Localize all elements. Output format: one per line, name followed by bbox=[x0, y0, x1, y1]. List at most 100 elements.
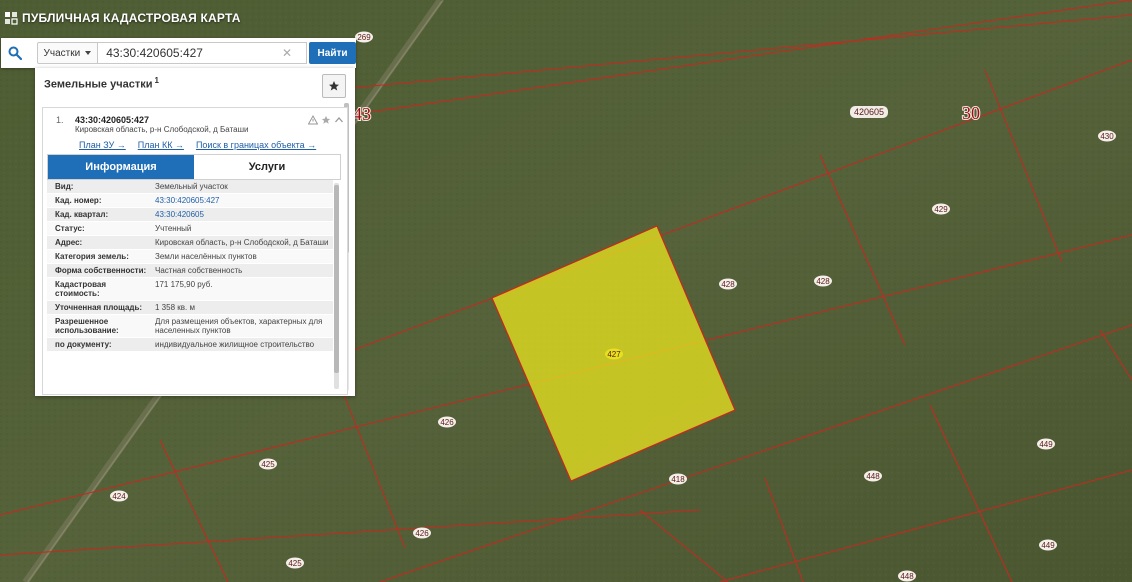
result-links: План ЗУ → План КК → Поиск в границах объ… bbox=[79, 140, 316, 150]
info-row: Кадастровая стоимость: 171 175,90 руб. bbox=[47, 278, 333, 301]
info-row: Статус: Учтенный bbox=[47, 222, 333, 236]
map-label-text: 424 bbox=[112, 492, 126, 501]
map-label-parcel[interactable]: 429 bbox=[932, 203, 950, 215]
info-key: Кад. номер: bbox=[55, 196, 102, 205]
map-label-text: 425 bbox=[288, 559, 302, 568]
map-label-parcel[interactable]: 449 bbox=[1039, 539, 1057, 551]
map-label-text: 426 bbox=[415, 529, 429, 538]
chevron-down-icon bbox=[85, 51, 92, 55]
info-key: Форма собственности: bbox=[55, 266, 147, 275]
result-index: 1. bbox=[56, 115, 64, 125]
info-row: по документу: индивидуальное жилищное стр… bbox=[47, 338, 333, 352]
map-label-text: 418 bbox=[671, 475, 685, 484]
link-plan-zu[interactable]: План ЗУ → bbox=[79, 140, 126, 150]
info-value: Кировская область, р-н Слободской, д Бат… bbox=[155, 238, 329, 247]
map-label-big-30: 30 bbox=[962, 103, 980, 123]
map-label-big-43: 43 bbox=[353, 104, 371, 124]
map-label-parcel[interactable]: 428 bbox=[814, 275, 832, 287]
info-key: Вид: bbox=[55, 182, 74, 191]
info-value: Земли населённых пунктов bbox=[155, 252, 257, 261]
info-key: Уточненная площадь: bbox=[55, 303, 143, 312]
info-key: Разрешенное использование: bbox=[55, 317, 119, 335]
map-label-text: 449 bbox=[1039, 440, 1053, 449]
map-label-text: 448 bbox=[900, 572, 914, 581]
map-label-text: 448 bbox=[866, 472, 880, 481]
search-type-label: Участки bbox=[43, 47, 81, 59]
info-row: Кад. номер: 43:30:420605:427 bbox=[47, 194, 333, 208]
map-label-text: 428 bbox=[721, 280, 735, 289]
info-scrollbar[interactable] bbox=[334, 183, 339, 389]
map-label-text: 425 bbox=[261, 460, 275, 469]
svg-text:420605: 420605 bbox=[854, 107, 884, 117]
info-key: Кадастровая стоимость: bbox=[55, 280, 107, 298]
map-label-parcel[interactable]: 424 bbox=[110, 490, 128, 502]
map-label-parcel[interactable]: 427 bbox=[605, 348, 623, 360]
panel-title: Земельные участки 1 bbox=[44, 76, 159, 91]
map-label-text: 430 bbox=[1100, 132, 1114, 141]
map-label-text: 449 bbox=[1041, 541, 1055, 550]
map-label-quarter: 420605 bbox=[850, 106, 888, 118]
info-value: индивидуальное жилищное строительство bbox=[155, 340, 315, 349]
map-label-parcel[interactable]: 269 bbox=[355, 31, 373, 43]
info-key: Кад. квартал: bbox=[55, 210, 109, 219]
map-label-text: 428 bbox=[816, 277, 830, 286]
info-row: Категория земель: Земли населённых пункто… bbox=[47, 250, 333, 264]
map-label-parcel[interactable]: 428 bbox=[719, 278, 737, 290]
info-key: Категория земель: bbox=[55, 252, 129, 261]
info-value[interactable]: 43:30:420605 bbox=[151, 208, 333, 221]
map-label-text: 429 bbox=[934, 205, 948, 214]
app-header: ПУБЛИЧНАЯ КАДАСТРОВАЯ КАРТА bbox=[0, 0, 241, 36]
info-value[interactable]: 43:30:420605:427 bbox=[151, 194, 333, 207]
map-label-parcel[interactable]: 425 bbox=[259, 458, 277, 470]
info-key: по документу: bbox=[55, 340, 112, 349]
search-icon[interactable] bbox=[1, 38, 29, 68]
map-label-parcel[interactable]: 426 bbox=[413, 527, 431, 539]
info-row: Кад. квартал: 43:30:420605 bbox=[47, 208, 333, 222]
map-label-text: 426 bbox=[440, 418, 454, 427]
result-actions bbox=[307, 114, 344, 125]
info-row: Форма собственности: Частная собственност… bbox=[47, 264, 333, 278]
result-cad-number[interactable]: 43:30:420605:427 bbox=[75, 115, 149, 125]
favorites-button[interactable] bbox=[322, 74, 346, 98]
clear-icon[interactable]: ✕ bbox=[282, 46, 292, 60]
result-tabs: Информация Услуги bbox=[47, 154, 341, 180]
chevron-up-icon[interactable] bbox=[333, 114, 344, 125]
info-value: Учтенный bbox=[155, 224, 192, 233]
search-bar: Участки ✕ Найти bbox=[1, 38, 356, 68]
info-row: Адрес: Кировская область, р-н Слободской,… bbox=[47, 236, 333, 250]
map-label-parcel[interactable]: 449 bbox=[1037, 438, 1055, 450]
search-input[interactable] bbox=[98, 42, 308, 64]
info-table: Вид: Земельный участок Кад. номер: 43:30:42… bbox=[47, 180, 333, 352]
info-value: Земельный участок bbox=[155, 182, 228, 191]
search-button[interactable]: Найти bbox=[309, 42, 356, 64]
info-key: Статус: bbox=[55, 224, 85, 233]
info-row: Вид: Земельный участок bbox=[47, 180, 333, 194]
star-icon[interactable] bbox=[320, 114, 331, 125]
search-type-dropdown[interactable]: Участки bbox=[36, 42, 99, 64]
results-panel: Земельные участки 1 1. 43:30:420605:427 К… bbox=[35, 68, 355, 396]
logo-icon bbox=[5, 12, 18, 25]
result-address: Кировская область, р-н Слободской, д Бат… bbox=[75, 125, 249, 134]
info-value: Частная собственность bbox=[155, 266, 243, 275]
link-search-in-bounds[interactable]: Поиск в границах объекта → bbox=[196, 140, 316, 150]
map-label-parcel[interactable]: 430 bbox=[1098, 130, 1116, 142]
tab-services[interactable]: Услуги bbox=[194, 155, 340, 179]
info-row: Уточненная площадь: 1 358 кв. м bbox=[47, 301, 333, 315]
map-label-parcel[interactable]: 448 bbox=[898, 570, 916, 582]
link-plan-kk[interactable]: План КК → bbox=[138, 140, 184, 150]
tab-information[interactable]: Информация bbox=[48, 155, 194, 179]
star-icon bbox=[329, 81, 339, 91]
result-card: 1. 43:30:420605:427 Кировская область, р… bbox=[42, 107, 348, 395]
map-label-parcel[interactable]: 425 bbox=[286, 557, 304, 569]
info-row: Разрешенное использование: Для размещения… bbox=[47, 315, 333, 338]
map-label-parcel[interactable]: 418 bbox=[669, 473, 687, 485]
info-key: Адрес: bbox=[55, 238, 83, 247]
map-label-parcel[interactable]: 448 bbox=[864, 470, 882, 482]
info-value: 1 358 кв. м bbox=[155, 303, 195, 312]
info-value: Для размещения объектов, характерных для… bbox=[155, 317, 323, 335]
results-count: 1 bbox=[154, 76, 159, 85]
map-label-text: 269 bbox=[357, 33, 371, 42]
map-label-parcel[interactable]: 426 bbox=[438, 416, 456, 428]
warning-icon[interactable] bbox=[307, 114, 318, 125]
info-value: 171 175,90 руб. bbox=[155, 280, 213, 289]
